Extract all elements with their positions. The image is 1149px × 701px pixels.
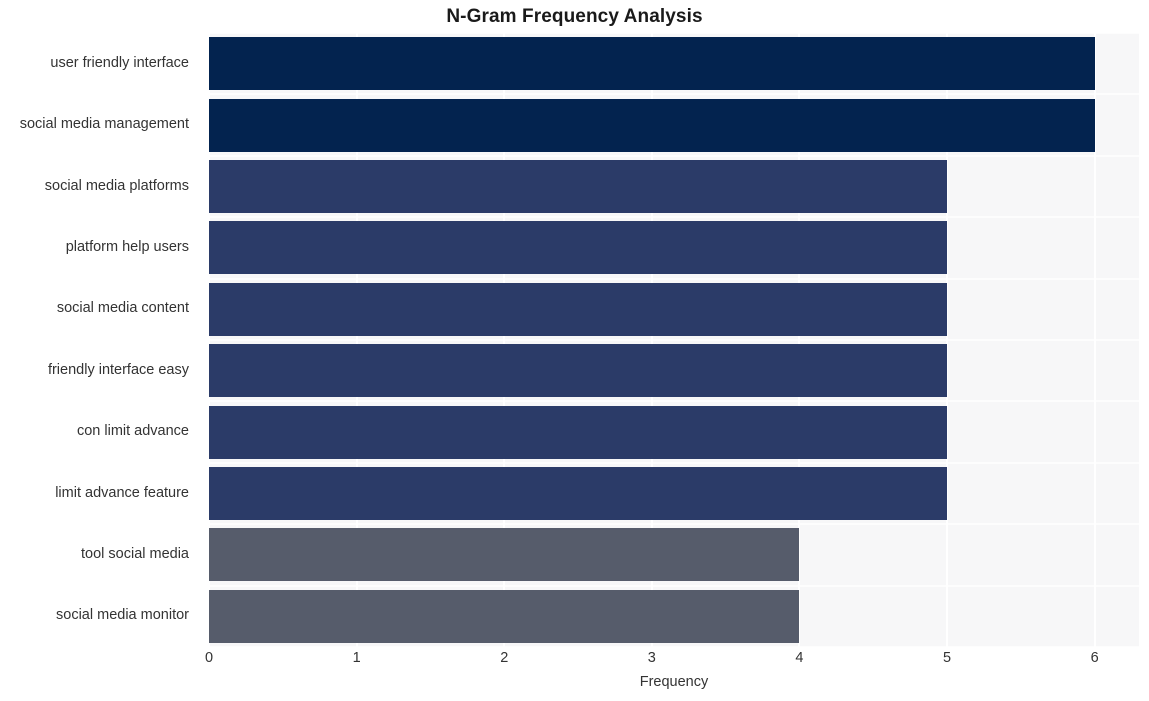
x-axis-tick-labels: 0 1 2 3 4 5 6	[0, 650, 1149, 674]
bar	[209, 589, 800, 643]
y-axis-tick-label: platform help users	[65, 238, 189, 255]
gridline-horizontal	[209, 584, 1139, 587]
bar	[209, 221, 948, 275]
chart-title: N-Gram Frequency Analysis	[446, 6, 703, 27]
gridline-horizontal	[209, 339, 1139, 341]
x-axis-tick-label: 0	[204, 650, 214, 666]
bar	[209, 344, 948, 398]
bar	[209, 282, 948, 336]
gridline-horizontal	[209, 461, 1139, 464]
bar	[209, 405, 948, 459]
bar	[209, 98, 1095, 152]
x-axis-tick-label: 1	[352, 650, 361, 666]
bar	[209, 467, 948, 520]
x-axis-tick-label: 5	[943, 650, 952, 666]
gridline-horizontal	[209, 93, 1139, 96]
bar	[209, 528, 800, 582]
y-axis-tick-label: social media management	[19, 116, 189, 133]
plot-area	[209, 33, 1139, 647]
gridline-horizontal	[209, 277, 1139, 280]
gridline-horizontal	[209, 523, 1139, 526]
y-axis-tick-label: social media content	[56, 300, 189, 317]
y-axis-tick-label: tool social media	[81, 545, 189, 562]
x-axis-tick-label: 2	[500, 650, 509, 666]
bar	[209, 160, 948, 213]
x-axis-title: Frequency	[639, 674, 709, 690]
y-axis-tick-label: con limit advance	[76, 423, 189, 440]
gridline-horizontal	[209, 216, 1139, 219]
x-axis-tick-label: 6	[1090, 650, 1099, 666]
y-axis-tick-labels: user friendly interface social media mana…	[0, 33, 199, 647]
y-axis-tick-label: social media monitor	[56, 607, 189, 624]
y-axis-tick-label: social media platforms	[44, 177, 189, 194]
y-axis-tick-label: user friendly interface	[50, 54, 189, 71]
gridline-horizontal	[209, 646, 1139, 647]
gridline-horizontal	[209, 400, 1139, 403]
x-axis-tick-label: 4	[795, 650, 804, 666]
bar	[209, 37, 1095, 91]
gridline-horizontal	[209, 154, 1139, 157]
y-axis-tick-label: limit advance feature	[55, 484, 189, 501]
x-axis-tick-label: 3	[647, 650, 656, 666]
gridline-horizontal	[209, 33, 1139, 34]
y-axis-tick-label: friendly interface easy	[47, 361, 189, 378]
ngram-frequency-chart: N-Gram Frequency Analysis user friendly …	[0, 0, 1149, 701]
